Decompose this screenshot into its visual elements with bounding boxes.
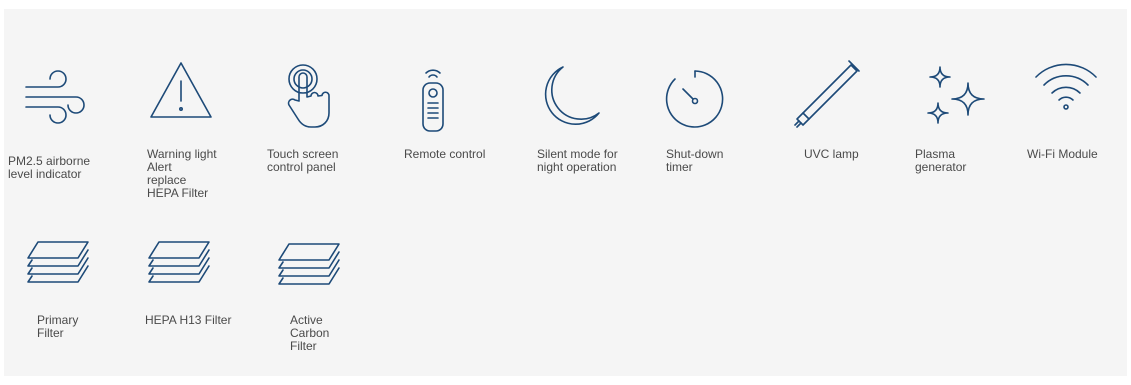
remote-control-icon: [397, 67, 469, 139]
timer-icon: [659, 63, 731, 135]
feature-label-remote: Remote control: [404, 147, 486, 161]
filter-layers-icon: [273, 230, 345, 302]
feature-label-warning: Warning light Alert replace HEPA Filter: [147, 147, 217, 200]
feature-label-timer: Shut-down timer: [666, 147, 724, 174]
filter-layers-icon: [143, 228, 215, 300]
feature-label-plasma: Plasma generator: [915, 147, 967, 174]
feature-label-hepa-filter: HEPA H13 Filter: [145, 313, 232, 327]
crescent-moon-icon: [533, 61, 605, 133]
feature-label-carbon-filter: Active Carbon Filter: [290, 313, 330, 353]
features-panel: PM2.5 airborne level indicator Warning l…: [4, 9, 1127, 376]
feature-label-wifi: Wi-Fi Module: [1027, 147, 1098, 161]
sparkle-icon: [918, 63, 990, 135]
wind-icon: [18, 61, 90, 133]
feature-label-pm25: PM2.5 airborne level indicator: [8, 154, 91, 181]
wifi-icon: [1030, 51, 1102, 123]
feature-label-touch: Touch screen control panel: [267, 147, 339, 174]
warning-triangle-icon: [145, 55, 217, 127]
touch-finger-icon: [269, 61, 341, 133]
filter-layers-icon: [22, 228, 94, 300]
feature-label-primary-filter: Primary Filter: [37, 313, 79, 340]
feature-label-silent: Silent mode for night operation: [537, 147, 618, 174]
uvc-lamp-icon: [791, 57, 863, 129]
feature-label-uvc: UVC lamp: [804, 147, 859, 161]
